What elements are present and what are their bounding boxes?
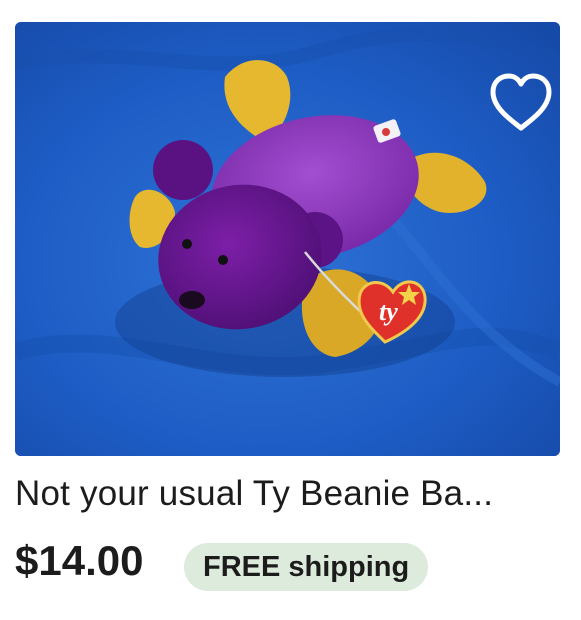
listing-card[interactable]: ty Not your usual Ty Beanie Ba... $14.00… xyxy=(0,0,581,620)
heart-outline-icon xyxy=(490,73,552,131)
beanie-bear-image: ty xyxy=(15,22,560,456)
tag-text: ty xyxy=(379,297,398,326)
favorite-button[interactable] xyxy=(487,72,555,134)
listing-price: $14.00 xyxy=(15,537,144,584)
listing-title[interactable]: Not your usual Ty Beanie Ba... xyxy=(15,474,565,514)
free-shipping-badge: FREE shipping xyxy=(184,543,429,591)
listing-photo[interactable]: ty xyxy=(15,22,560,456)
